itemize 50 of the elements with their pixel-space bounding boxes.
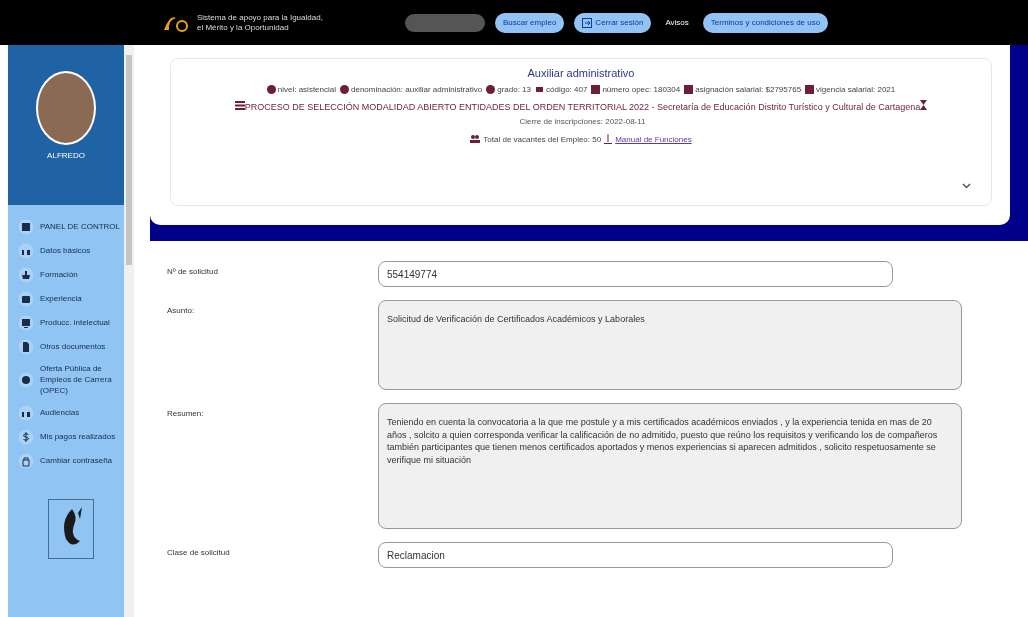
logo-tagline: Sistema de apoyo para la Igualdad, el Mérito y la Oportunidad [197, 12, 324, 33]
nav-button[interactable]: Terminos y condiciones de uso [702, 12, 829, 33]
input-field[interactable]: Teniendo en cuenta la convocatoria a la que me postule y a mis certificados académicos enviados , y la experiencia tenida en mas de 20 años , solcito a quien corresponda verificar la calificación de no admitido, puesto que reúno los requisitos y verificando los de compañeros también participantes que tienen menos certificados aportados y menos experiencias si aparecen admitidos , solicito respetuosamente se verifique mi situación [378, 403, 962, 529]
lock-icon [18, 452, 34, 469]
field-label: Nº de solicitud [167, 266, 219, 276]
search-field[interactable] [405, 13, 485, 32]
sidebar-item[interactable]: Mis pagos realizados [18, 428, 124, 445]
vacancies-text: Total de vacantes del Empleo: 50 [483, 134, 602, 144]
manual-link[interactable]: Manual de Funciones [615, 134, 692, 144]
sidebar-item[interactable]: Datos básicos [18, 243, 124, 259]
job-attribute: grado: 13 [497, 85, 531, 94]
sidebar-item[interactable]: Cambiar contraseña [18, 452, 124, 469]
user-name: ALFREDO [47, 150, 85, 160]
sidebar-item[interactable]: Otros documentos [18, 339, 124, 355]
sidebar-item[interactable]: PANEL DE CONTROL [18, 219, 124, 235]
closing-date: Cierre de inscripciones: 2022-08-11 [519, 115, 646, 128]
sidebar-item[interactable]: Audiencias [18, 404, 124, 421]
doc-icon [18, 339, 34, 355]
field-label: Resumen: [167, 408, 205, 418]
input-field[interactable]: Solicitud de Verificación de Certificados Académicos y Laborales [378, 300, 962, 390]
job-title: Auxiliar administrativo [527, 67, 635, 79]
sidebar-item[interactable]: Formación [18, 267, 124, 283]
circle-icon [486, 85, 496, 94]
organization-logo-icon [48, 498, 94, 559]
logout-icon [582, 17, 593, 28]
chevron-down-icon[interactable] [962, 183, 971, 189]
job-attribute: nivel: asistencial [277, 85, 336, 94]
download-icon [604, 134, 613, 144]
tag-icon [535, 85, 544, 94]
nav-button[interactable]: Avisos [661, 12, 693, 33]
job-attribute: código: 407 [546, 85, 588, 94]
job-attribute: asignación salarial: $2795765 [695, 85, 802, 94]
scrollbar[interactable] [124, 45, 134, 617]
list-icon [234, 101, 245, 110]
job-attribute: número opec: 180304 [602, 85, 681, 94]
job-attribute: vigencia salarial: 2021 [816, 85, 896, 94]
input-field[interactable]: 554149774 [378, 261, 893, 287]
field-label: Asunto: [167, 305, 196, 315]
sidebar-item[interactable]: Oferta Pública de Empleos de Carrera (OPEC) [18, 363, 124, 397]
sidebar-item[interactable]: Experiencia [18, 291, 124, 307]
circle-icon [266, 85, 276, 94]
job-attribute: denominación: auxiliar administrativo [351, 85, 483, 94]
field-label: Clase de solicitud [167, 547, 231, 557]
input-field[interactable]: Reclamacion [378, 542, 893, 568]
coin-icon [18, 428, 34, 445]
sidebar-item[interactable]: Producc. intelectual [18, 315, 124, 331]
nav-button[interactable]: Buscar empleo [495, 12, 565, 33]
nav-button[interactable]: Cerrar sesión [574, 12, 652, 33]
hourglass-icon [920, 100, 928, 110]
process-name: PROCESO DE SELECCIÓN MODALIDAD ABIERTO ENTIDADES DEL ORDEN TERRITORIAL 2022 - Secretaría de Educación Distrito Turístico y Cultural de Cartagena [244, 102, 921, 112]
